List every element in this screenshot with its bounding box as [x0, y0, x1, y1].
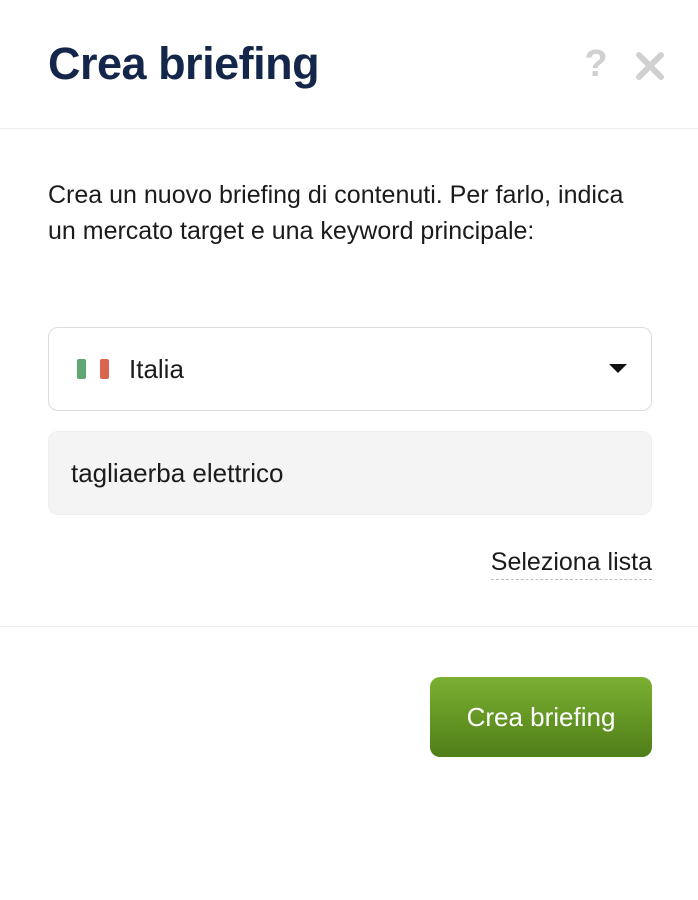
- italy-flag-icon: [77, 359, 109, 379]
- dialog-title: Crea briefing: [48, 38, 320, 89]
- create-briefing-dialog: Crea briefing ? Crea un nuovo briefing d…: [0, 0, 698, 900]
- dialog-body: Crea un nuovo briefing di contenuti. Per…: [0, 129, 698, 627]
- dialog-description: Crea un nuovo briefing di contenuti. Per…: [48, 181, 624, 245]
- flag-stripe-green: [77, 359, 87, 379]
- chevron-down-icon: [609, 364, 627, 373]
- create-briefing-button[interactable]: Crea briefing: [430, 677, 652, 757]
- country-select-value: Italia: [129, 354, 184, 384]
- country-select[interactable]: Italia: [48, 327, 652, 411]
- flag-stripe-red: [99, 359, 109, 379]
- select-list-link[interactable]: Seleziona lista: [490, 545, 652, 580]
- keyword-input[interactable]: [48, 431, 652, 515]
- help-icon[interactable]: ?: [582, 44, 610, 84]
- flag-stripe-white: [88, 359, 98, 379]
- close-icon[interactable]: [634, 50, 666, 82]
- dialog-header: Crea briefing ?: [0, 0, 698, 129]
